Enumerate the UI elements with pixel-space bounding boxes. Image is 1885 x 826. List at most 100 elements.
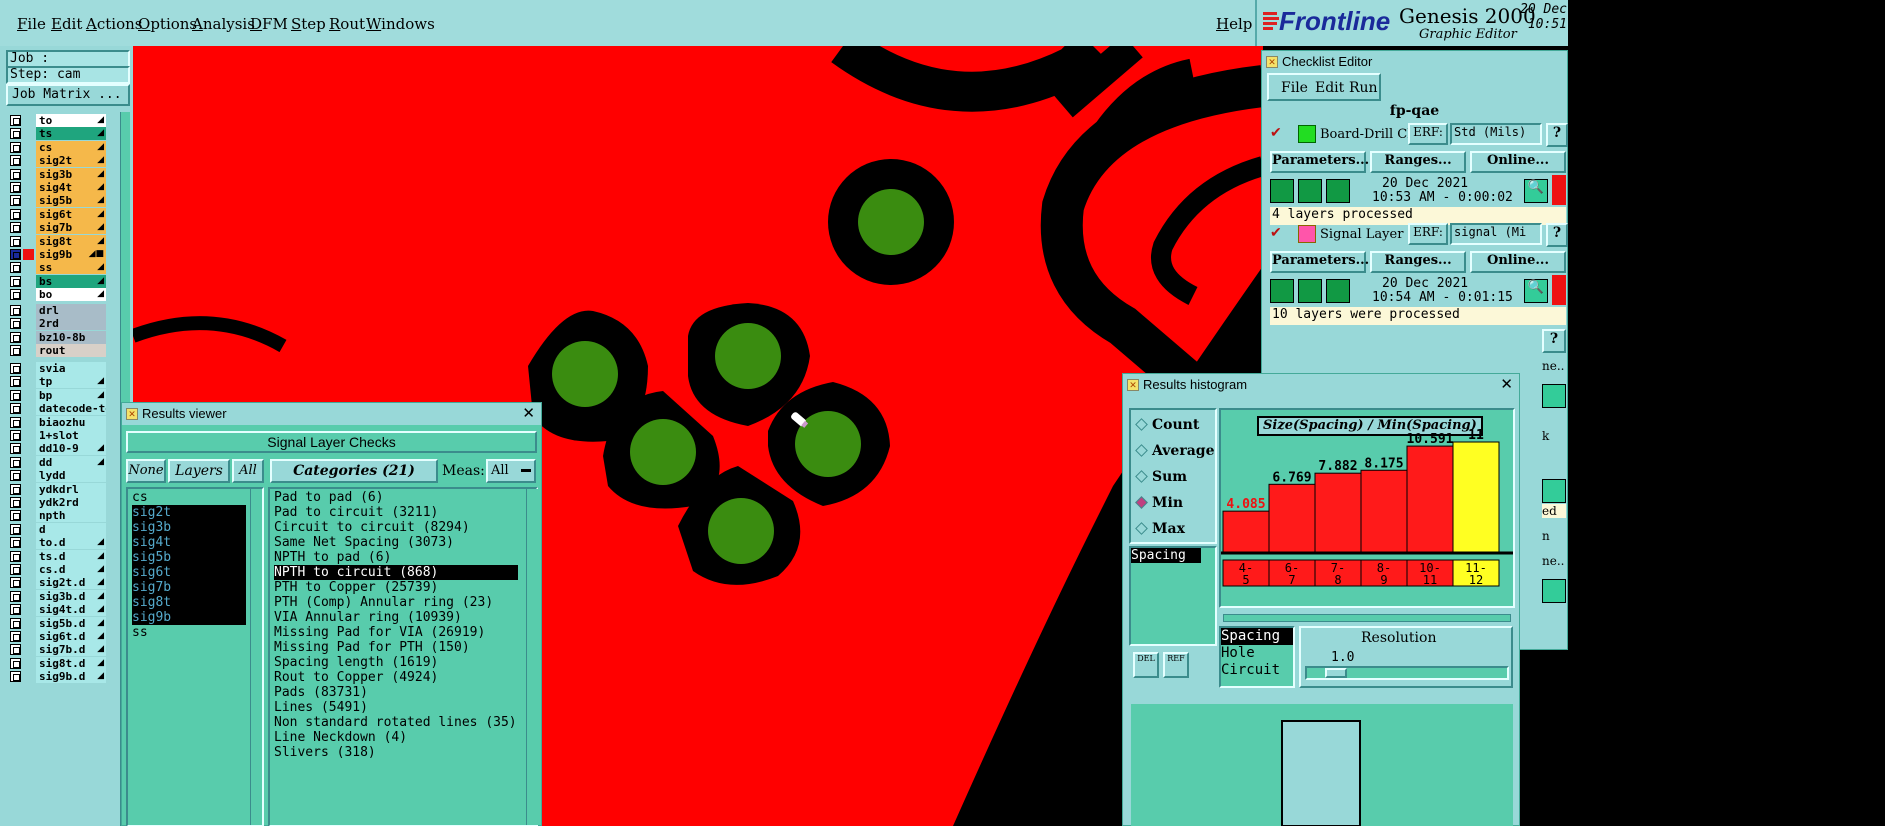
layer-checkbox[interactable] [10, 470, 21, 482]
online-button[interactable]: Online... [1470, 151, 1566, 173]
layer-row[interactable]: sig3b.d ◢ [10, 589, 106, 603]
layer-checkbox[interactable] [10, 416, 21, 428]
category-item[interactable]: Missing Pad for VIA (26919) [274, 625, 532, 640]
menu-windows[interactable]: Windows [366, 15, 435, 33]
layer-name[interactable]: sig6t [36, 207, 106, 221]
layer-row[interactable]: ts.d ◢ [10, 549, 106, 563]
window-menu-icon[interactable]: ✕ [126, 408, 138, 420]
run-icon[interactable] [1298, 179, 1322, 203]
layer-row[interactable]: dd10-9 ◢ [10, 442, 106, 456]
results-viewer-titlebar[interactable]: ✕ Results viewer ✕ [122, 403, 541, 425]
layer-row[interactable]: biaozhu [10, 415, 106, 429]
meas-select[interactable]: All [486, 459, 536, 483]
layer-row[interactable]: sig6t ◢ [10, 207, 106, 221]
result-layer-item[interactable]: cs [132, 490, 258, 505]
layer-checkbox[interactable] [10, 550, 21, 562]
result-layer-item[interactable]: sig3b [132, 520, 246, 535]
layer-row[interactable]: sig2t.d ◢ [10, 576, 106, 590]
result-layer-item[interactable]: sig7b [132, 580, 246, 595]
help-icon[interactable]: ? [1542, 329, 1566, 353]
measure-list[interactable]: Spacing [1129, 546, 1217, 646]
layer-name[interactable]: sig8t.d [36, 656, 106, 670]
layer-row[interactable]: sig5b ◢ [10, 194, 106, 208]
layer-name[interactable]: ts.d [36, 549, 106, 563]
layer-checkbox[interactable] [10, 497, 21, 508]
histogram-bar[interactable] [1406, 445, 1454, 553]
menu-help[interactable]: Help [1216, 15, 1252, 33]
layer-name[interactable]: 2rd [36, 317, 106, 331]
histogram-bar[interactable] [1268, 483, 1316, 553]
layer-row[interactable]: sig4t.d ◢ [10, 603, 106, 617]
layer-row[interactable]: bz10-8b [10, 330, 106, 344]
category-item[interactable]: Missing Pad for PTH (150) [274, 640, 532, 655]
result-layer-item[interactable]: sig8t [132, 595, 246, 610]
layer-name[interactable]: 1+slot [36, 429, 106, 442]
layer-name[interactable]: sig3b [36, 167, 106, 181]
category-item[interactable]: Rout to Copper (4924) [274, 670, 532, 685]
check-icon[interactable]: ✔ [1270, 225, 1282, 241]
layer-checkbox[interactable] [10, 564, 21, 575]
histogram-titlebar[interactable]: ✕ Results histogram ✕ [1123, 374, 1519, 396]
layer-row[interactable]: ydkdrl [10, 482, 106, 496]
menu-file[interactable]: File [17, 15, 46, 33]
histogram-bar[interactable] [1222, 510, 1270, 553]
layer-checkbox[interactable] [10, 249, 21, 260]
layer-checkbox[interactable] [10, 671, 21, 683]
job-matrix-button[interactable]: Job Matrix ... [6, 84, 130, 106]
layer-row[interactable]: 2rd [10, 317, 106, 331]
layer-row[interactable]: rout [10, 344, 106, 358]
layer-name[interactable]: dd [36, 455, 106, 469]
layer-row[interactable]: sig7b ◢ [10, 221, 106, 235]
category-list[interactable]: Pad to pad (6) Pad to circuit (3211) Circu… [268, 487, 538, 826]
layers-button[interactable]: Layers [168, 459, 230, 483]
category-item[interactable]: Pads (83731) [274, 685, 532, 700]
parameters-button[interactable]: Parameters... [1270, 251, 1369, 273]
layer-checkbox[interactable] [10, 403, 21, 415]
menu-dfm[interactable]: DFM [250, 15, 288, 33]
layer-name[interactable]: bz10-8b [36, 330, 106, 344]
menu-step[interactable]: Step [291, 15, 326, 33]
layer-row[interactable]: sig3b ◢ [10, 167, 106, 181]
type-item[interactable]: Spacing [1221, 628, 1293, 645]
layer-row[interactable]: d [10, 522, 106, 536]
layer-checkbox[interactable] [10, 510, 21, 522]
checklist-titlebar[interactable]: ✕ Checklist Editor [1262, 51, 1567, 73]
layer-row[interactable]: sig8t.d ◢ [10, 656, 106, 670]
layer-row[interactable]: sig9b.d ◢ [10, 670, 106, 684]
layer-checkbox[interactable] [10, 289, 21, 301]
layer-checkbox[interactable] [10, 537, 21, 549]
layer-row[interactable]: npth [10, 509, 106, 523]
parameters-button[interactable]: Parameters... [1270, 151, 1369, 173]
category-item[interactable]: Same Net Spacing (3073) [274, 535, 532, 550]
layer-row[interactable]: sig6t.d ◢ [10, 630, 106, 643]
layer-name[interactable]: sig7b.d [36, 643, 106, 657]
layer-row[interactable]: svia [10, 362, 106, 375]
layer-name[interactable]: rout [36, 344, 106, 358]
layer-checkbox[interactable] [10, 155, 21, 167]
mode-radio-max[interactable]: Max [1135, 520, 1185, 538]
layer-checkbox[interactable] [10, 128, 21, 140]
layer-checkbox[interactable] [10, 430, 21, 441]
ref-button[interactable]: REF [1163, 652, 1189, 678]
layer-name[interactable]: ydk2rd [36, 496, 106, 509]
layer-checkbox[interactable] [10, 617, 21, 629]
result-layer-item[interactable]: sig4t [132, 535, 246, 550]
window-menu-icon[interactable]: ✕ [1127, 379, 1139, 391]
layer-checkbox[interactable] [10, 657, 21, 669]
layer-checkbox[interactable] [10, 577, 21, 589]
none-button[interactable]: None [126, 459, 166, 483]
layer-name[interactable]: ss [36, 261, 106, 275]
category-item[interactable]: VIA Annular ring (10939) [274, 610, 532, 625]
erf-value[interactable]: signal (Mi [1450, 223, 1542, 245]
layer-checkbox[interactable] [10, 168, 21, 180]
histogram-bar[interactable] [1360, 469, 1408, 553]
layer-name[interactable]: sig4t [36, 181, 106, 194]
layer-checkbox[interactable] [10, 456, 21, 468]
layer-checkbox[interactable] [10, 195, 21, 207]
result-layer-item[interactable]: ss [132, 625, 258, 640]
erf-button[interactable]: ERF: [1408, 223, 1448, 245]
layer-name[interactable]: sig5b [36, 194, 106, 208]
layer-checkbox[interactable] [10, 115, 21, 126]
layer-name[interactable]: sig3b.d [36, 589, 106, 603]
layer-row[interactable]: ydk2rd [10, 496, 106, 509]
